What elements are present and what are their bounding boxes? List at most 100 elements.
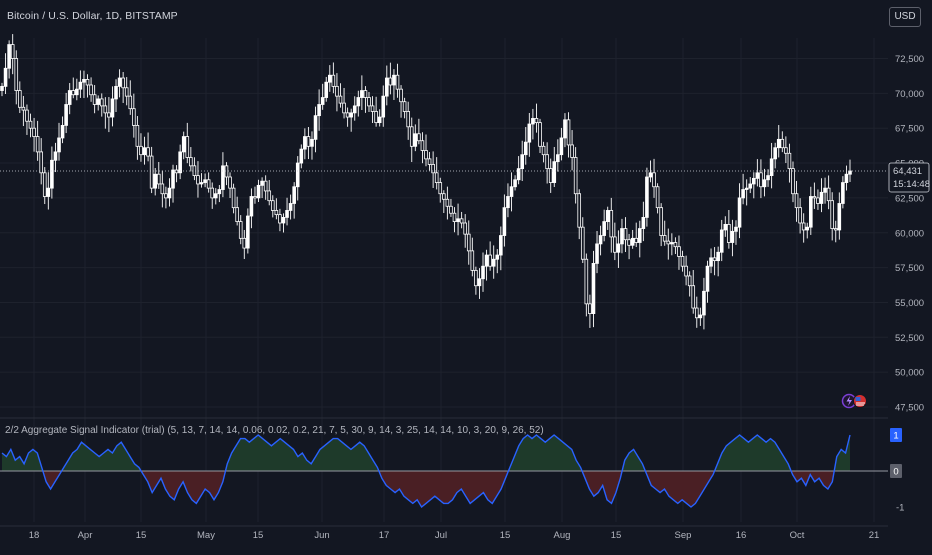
candle-body xyxy=(124,87,129,97)
candle-body xyxy=(609,210,614,238)
time-tick-label: 21 xyxy=(869,530,880,541)
candle-body xyxy=(463,222,467,235)
candle-body xyxy=(488,254,492,267)
candle-body xyxy=(164,193,168,199)
candle-body xyxy=(288,203,293,211)
candle-body xyxy=(306,136,311,147)
candle-body xyxy=(791,168,795,195)
candle-body xyxy=(392,74,396,86)
candle-body xyxy=(805,226,810,231)
candle-body xyxy=(623,228,628,241)
candle-body xyxy=(117,77,122,87)
candle-body xyxy=(342,102,346,114)
candle-body xyxy=(484,254,489,267)
time-tick-label: Sep xyxy=(675,530,692,541)
price-tick-label: 52,500 xyxy=(895,333,924,344)
candle-body xyxy=(313,115,318,140)
candle-body xyxy=(18,90,22,108)
candle-body xyxy=(132,108,136,126)
candle-body xyxy=(420,140,425,151)
candle-body xyxy=(798,207,802,224)
candle-body xyxy=(331,74,336,87)
candle-body xyxy=(78,81,83,90)
candle-body xyxy=(780,138,785,149)
candle-body xyxy=(399,88,403,103)
candle-body xyxy=(809,196,813,228)
candle-body xyxy=(21,106,26,111)
candle-body xyxy=(634,237,639,243)
candle-body xyxy=(844,173,849,183)
candle-body xyxy=(613,236,617,253)
candle-body xyxy=(588,303,592,315)
candle-body xyxy=(434,172,439,183)
candle-body xyxy=(819,191,824,204)
candle-body xyxy=(253,196,257,199)
candle-body xyxy=(224,165,229,178)
chart-root: 72,50070,00067,50065,00062,50060,00057,5… xyxy=(0,0,932,550)
candle-body xyxy=(57,137,61,153)
candle-body xyxy=(616,243,621,253)
candle-body xyxy=(142,147,147,156)
candle-body xyxy=(499,235,503,256)
candle-body xyxy=(702,290,706,316)
candle-body xyxy=(409,126,414,147)
candle-body xyxy=(128,95,133,110)
candle-body xyxy=(103,105,108,114)
candle-body xyxy=(794,193,799,209)
candle-body xyxy=(178,151,182,174)
candle-body xyxy=(402,101,407,112)
price-tick-label: 57,500 xyxy=(895,263,924,274)
candle-body xyxy=(171,169,175,189)
candle-body xyxy=(203,179,207,183)
candle-body xyxy=(438,182,443,195)
candle-body xyxy=(64,104,68,126)
currency-button[interactable]: USD xyxy=(889,7,921,27)
candle-body xyxy=(730,230,735,243)
candle-body xyxy=(776,138,781,149)
candle-body xyxy=(573,157,578,195)
candle-body xyxy=(691,285,696,309)
candle-body xyxy=(292,186,296,204)
candle-body xyxy=(673,242,678,248)
candle-body xyxy=(748,183,753,189)
candle-body xyxy=(773,147,777,160)
candle-body xyxy=(577,193,582,228)
candle-body xyxy=(149,155,154,189)
candle-body xyxy=(598,235,603,245)
candle-body xyxy=(509,186,514,197)
candle-body xyxy=(630,237,635,246)
candle-body xyxy=(670,242,674,245)
candle-body xyxy=(719,229,724,253)
candle-body xyxy=(541,145,546,156)
candle-body xyxy=(352,105,357,114)
candle-body xyxy=(427,158,432,165)
candle-body xyxy=(260,180,264,186)
candle-body xyxy=(85,79,90,86)
symbol-title[interactable]: Bitcoin / U.S. Dollar, 1D, BITSTAMP xyxy=(7,10,178,22)
candle-body xyxy=(413,133,418,147)
candle-body xyxy=(110,98,115,118)
event-icons[interactable] xyxy=(841,393,867,409)
candle-body xyxy=(823,187,827,193)
candle-body xyxy=(841,182,845,204)
candle-body xyxy=(60,125,65,139)
candle-body xyxy=(812,196,817,199)
candle-body xyxy=(189,157,193,167)
candle-body xyxy=(221,165,225,190)
candle-body xyxy=(99,98,104,107)
candle-body xyxy=(474,269,478,287)
candle-body xyxy=(570,144,574,158)
time-tick-label: 16 xyxy=(736,530,747,541)
candle-body xyxy=(481,265,485,280)
candle-body xyxy=(516,168,521,181)
chart-canvas[interactable]: 72,50070,00067,50065,00062,50060,00057,5… xyxy=(0,0,932,550)
candle-body xyxy=(552,161,557,183)
candle-body xyxy=(167,187,172,199)
candle-body xyxy=(659,207,663,236)
indicator-title[interactable]: 2/2 Aggregate Signal Indicator (trial) (… xyxy=(5,425,544,436)
candle-body xyxy=(751,177,756,185)
candle-body xyxy=(299,148,304,164)
candle-body xyxy=(3,67,8,87)
candle-body xyxy=(256,184,261,199)
candle-body xyxy=(53,151,58,161)
